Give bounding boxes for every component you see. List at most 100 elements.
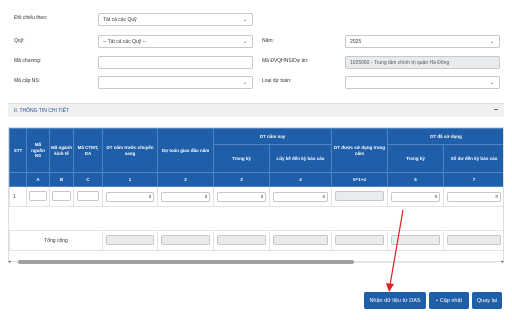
row-stt: 1: [9, 186, 27, 207]
luy-ke-input[interactable]: 0: [273, 191, 328, 202]
ma-chuong-label: Mã chương:: [14, 58, 42, 64]
chevron-down-icon: ⌄: [242, 38, 248, 45]
spacer: [9, 206, 503, 231]
update-button[interactable]: ▪ Cập nhật: [429, 292, 469, 309]
ma-ctmt-input[interactable]: [76, 190, 100, 201]
ma-chuong-input[interactable]: [98, 56, 253, 69]
nam-value: 2025: [350, 38, 362, 45]
doi-chieu-select[interactable]: Tất cả các Quỹ ⌄: [98, 13, 253, 26]
quy-select[interactable]: -- Tất cả các Quỹ -- ⌄: [98, 35, 253, 48]
ma-dvqhns-label: Mã ĐVQHNS/Dự án:: [262, 58, 309, 64]
trong-ky-input[interactable]: 0: [216, 191, 267, 202]
cell: 0: [157, 186, 214, 207]
import-das-button[interactable]: Nhận dữ liệu từ DAS: [364, 292, 426, 309]
scroll-right-icon[interactable]: ▸: [501, 259, 504, 265]
cell: 0: [213, 186, 270, 207]
cell: 0: [102, 186, 158, 207]
chevron-down-icon: ⌄: [242, 16, 248, 23]
index-cell: 2: [157, 172, 214, 187]
cell: [157, 230, 214, 251]
ma-dvqhns-field: 1025060 - Trung tâm chính trị quận Hà Đô…: [345, 56, 500, 69]
cell: [443, 230, 503, 251]
ma-cap-ns-select[interactable]: ⌄: [98, 76, 253, 89]
total-trong-ky: [216, 234, 267, 245]
update-label: Cập nhật: [439, 297, 463, 304]
cell: [102, 230, 158, 251]
ma-dvqhns-value: 1025060 - Trung tâm chính trị quận Hà Đô…: [350, 59, 450, 66]
trong-ky-2-input[interactable]: 0: [390, 191, 441, 202]
cell: [26, 186, 50, 207]
back-button[interactable]: Quay lại: [472, 292, 502, 309]
index-cell: A: [26, 172, 50, 187]
header-ma-ctmt: Mã CTMT, DA: [73, 128, 103, 173]
cell: 0: [268, 186, 333, 207]
index-cell: 3: [213, 172, 270, 187]
cell: 0: [387, 186, 445, 207]
total-luy-ke: [273, 234, 328, 245]
index-cell: 4: [268, 172, 333, 187]
detail-section-header[interactable]: II. THÔNG TIN CHI TIẾT −: [8, 103, 504, 117]
index-cell: 5=1+4: [331, 172, 389, 187]
total-row: Tổng cộng: [9, 230, 503, 251]
header-ma-nganh: Mã ngành kinh tế: [49, 128, 74, 173]
header-so-du: Số dư đến kỳ báo cáo: [443, 144, 503, 173]
header-dt-nam-nay: DT năm nay: [212, 128, 333, 145]
index-cell: 1: [102, 172, 158, 187]
total-dt-nam-truoc: [105, 234, 155, 245]
total-label: Tổng cộng: [9, 230, 103, 251]
total-du-toan-giao: [160, 234, 211, 245]
chevron-down-icon: ⌄: [242, 79, 248, 86]
quy-label: Quỹ:: [14, 38, 25, 44]
import-das-label: Nhận dữ liệu từ DAS: [369, 297, 421, 304]
back-label: Quay lại: [476, 297, 498, 304]
loai-du-toan-select[interactable]: ⌄: [345, 76, 500, 89]
detail-table: STT Mã nguồn NS Mã ngành kinh tế Mã CTMT…: [9, 128, 503, 251]
total-trong-ky-2: [390, 234, 441, 245]
cell: [331, 186, 389, 207]
header-trong-ky: Trong kỳ: [213, 144, 270, 173]
arrow-head: [386, 283, 394, 292]
section-title: II. THÔNG TIN CHI TIẾT: [14, 107, 70, 114]
total-dt-duoc-su-dung: [334, 234, 385, 245]
index-cell: 7: [443, 172, 503, 187]
quy-value: -- Tất cả các Quỹ --: [103, 38, 146, 45]
dt-duoc-su-dung-field: [334, 190, 385, 201]
header-luy-ke: Lũy kế đến kỳ báo cáo: [268, 144, 333, 173]
header-dt-nam-truoc: DT năm trước chuyển sang: [102, 128, 158, 173]
ma-cap-ns-label: Mã cấp NS:: [14, 78, 41, 84]
ma-nguon-input[interactable]: [29, 190, 47, 201]
header-trong-ky-2: Trong kỳ: [387, 144, 445, 173]
empty-row: [9, 206, 503, 231]
so-du-input[interactable]: 0: [447, 191, 502, 202]
doi-chieu-value: Tất cả các Quỹ: [103, 16, 137, 23]
doi-chieu-label: Đối chiếu theo:: [14, 15, 48, 21]
index-cell: C: [73, 172, 103, 187]
cell: 0: [443, 186, 503, 207]
chevron-down-icon: ⌄: [489, 38, 495, 45]
du-toan-giao-input[interactable]: 0: [160, 191, 211, 202]
scroll-left-icon[interactable]: ◂: [8, 259, 11, 265]
cell: [387, 230, 445, 251]
ma-nganh-input[interactable]: [52, 190, 71, 201]
header-ma-nguon: Mã nguồn NS: [26, 128, 50, 173]
dt-nam-truoc-input[interactable]: 0: [105, 191, 155, 202]
index-cell: B: [49, 172, 74, 187]
loai-du-toan-label: Loại dự toán:: [262, 78, 292, 84]
header-dt-duoc-su-dung: DT được sử dụng trong năm: [331, 128, 389, 173]
header-du-toan-giao: Dự toán giao đầu năm: [157, 128, 214, 173]
cell: [49, 186, 74, 207]
minus-icon[interactable]: −: [494, 107, 498, 114]
nam-label: Năm:: [262, 38, 274, 44]
index-cell: 6: [387, 172, 445, 187]
header-dt-da-su-dung: DT đã sử dụng: [387, 128, 503, 145]
horizontal-scrollbar[interactable]: ◂ ▸: [8, 259, 504, 265]
chevron-down-icon: ⌄: [489, 79, 495, 86]
filter-form: Đối chiếu theo: Tất cả các Quỹ ⌄ Quỹ: --…: [0, 0, 512, 100]
index-cell: [9, 172, 27, 187]
scroll-thumb[interactable]: [18, 260, 354, 264]
cell: [331, 230, 389, 251]
table-row: 1 0 0 0 0 0 0: [9, 186, 503, 207]
header-stt: STT: [9, 128, 27, 173]
cell: [73, 186, 103, 207]
nam-select[interactable]: 2025 ⌄: [345, 35, 500, 48]
